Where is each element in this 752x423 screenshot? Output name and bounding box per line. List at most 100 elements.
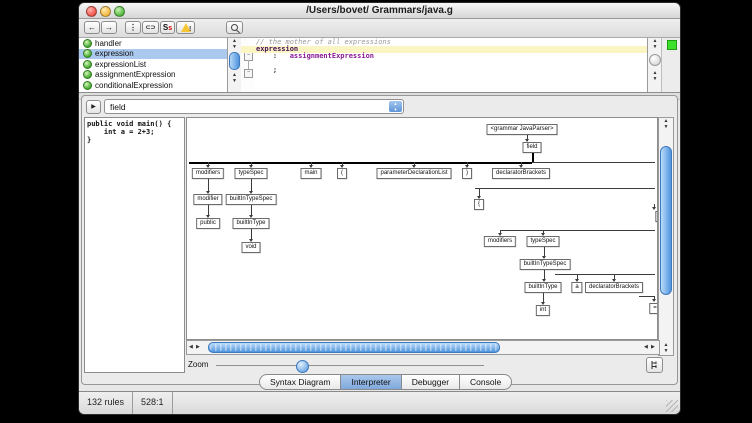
rule-item[interactable]: expressionList (79, 59, 227, 70)
scroll-down-icon[interactable]: ▼ (659, 124, 673, 130)
zoom-slider[interactable] (216, 365, 484, 366)
tree-vscroll-thumb[interactable] (660, 146, 672, 295)
rule-item[interactable]: assignmentExpression (79, 70, 227, 81)
tree-edge (475, 188, 655, 189)
view-tabs: Syntax DiagramInterpreterDebuggerConsole (259, 374, 512, 390)
tree-node[interactable]: main (300, 168, 321, 179)
tree-view-toggle-button[interactable] (646, 357, 663, 373)
tree-node[interactable]: = (649, 303, 658, 314)
tree-view-icon (650, 360, 660, 370)
status-bar: 132 rules 528:1 (79, 391, 680, 414)
rule-item-label: conditionalExpression (95, 81, 173, 90)
tree-node[interactable]: field (522, 142, 541, 153)
run-button[interactable]: ▶ (86, 100, 101, 114)
back-arrow-icon: ← (88, 23, 96, 32)
scroll-left-icon[interactable]: ◀ (644, 344, 648, 351)
window-title: /Users/bovet/ Grammars/java.g (306, 5, 453, 16)
stepper-down-icon: ▼ (389, 107, 402, 113)
resize-grip[interactable] (666, 400, 678, 412)
tree-node[interactable]: int (536, 305, 550, 316)
code-token: : (256, 52, 290, 60)
zoom-slider-thumb[interactable] (296, 360, 309, 373)
start-rule-combobox[interactable]: field ▲ ▼ (104, 99, 404, 114)
zoom-label: Zoom (188, 360, 208, 369)
tree-edge (251, 205, 252, 215)
tree-arrow-icon (652, 207, 656, 210)
tree-node[interactable]: builtInType (232, 218, 269, 229)
app-window: /Users/bovet/ Grammars/java.g ← → ⋮ ⊂⊃ S… (78, 2, 681, 415)
tree-node[interactable]: void (241, 242, 260, 253)
tree-node[interactable]: parameterDeclarationList (376, 168, 451, 179)
rules-scrollbar[interactable]: ▲ ▼ ▲ ▼ (227, 38, 242, 92)
grammar-editor[interactable]: − − // the mother of all expressionsexpr… (241, 38, 647, 92)
tree-node[interactable]: <grammar JavaParser> (486, 124, 557, 135)
no-errors-indicator (667, 40, 677, 50)
tree-node[interactable]: modifier (193, 194, 222, 205)
warnings-button[interactable]: ! (176, 21, 195, 34)
forward-button[interactable]: → (101, 21, 117, 34)
scroll-left-icon[interactable]: ◀ (189, 344, 193, 351)
tree-node[interactable]: builtInTypeSpec (520, 259, 571, 270)
rule-item-label: expressionList (95, 60, 146, 69)
tree-node[interactable]: declaratorBrackets (585, 282, 643, 293)
editor-scrollbar[interactable]: ▲ ▼ ▲ ▼ (647, 38, 662, 92)
tab-debugger[interactable]: Debugger (402, 374, 460, 390)
tab-console[interactable]: Console (460, 374, 512, 390)
rule-item[interactable]: conditionalExpression (79, 80, 227, 91)
rules-list[interactable]: handlerexpressionexpressionListassignmen… (79, 38, 227, 92)
tree-vertical-scrollbar[interactable]: ▲ ▼ ▲ ▼ (658, 117, 674, 356)
editor-line: ; (256, 67, 647, 74)
tree-edge (543, 293, 544, 302)
tree-node[interactable]: typeSpec (234, 168, 267, 179)
tree-node[interactable]: ( (337, 168, 347, 179)
scroll-down-icon[interactable]: ▼ (228, 78, 241, 84)
tree-edge (479, 188, 480, 196)
scroll-down-icon[interactable]: ▼ (648, 76, 662, 82)
rule-item-label: handler (95, 39, 122, 48)
scroll-right-icon[interactable]: ▶ (651, 344, 655, 351)
scroll-down-icon[interactable]: ▼ (228, 44, 241, 50)
title-bar[interactable]: /Users/bovet/ Grammars/java.g (79, 3, 680, 19)
tree-node[interactable]: declaratorBrackets (492, 168, 550, 179)
close-window-button[interactable] (86, 6, 97, 17)
rule-item[interactable]: handler (79, 38, 227, 49)
input-text-area[interactable]: public void main() { int a = 2+3; } (84, 117, 185, 373)
fold-end-marker[interactable]: − (244, 69, 253, 78)
tree-node[interactable]: { (474, 199, 484, 210)
tab-syntax-diagram[interactable]: Syntax Diagram (259, 374, 341, 390)
tree-hscroll-thumb[interactable] (208, 342, 500, 353)
zoom-window-button[interactable] (114, 6, 125, 17)
tree-node[interactable]: builtInTypeSpec (226, 194, 277, 205)
rule-status-icon (83, 49, 92, 58)
editor-line: // the mother of all expressions (256, 39, 647, 46)
rules-count: 132 rules (79, 392, 133, 414)
tree-node[interactable]: a (571, 282, 582, 293)
case-sensitivity-button[interactable]: Ss (160, 21, 175, 34)
back-button[interactable]: ← (84, 21, 100, 34)
tree-edge (544, 247, 545, 256)
rules-list-icon: ⋮ (129, 23, 137, 32)
tree-node[interactable]: modifiers (192, 168, 224, 179)
tree-node[interactable]: ) (462, 168, 472, 179)
rules-list-button[interactable]: ⋮ (125, 21, 141, 34)
find-button[interactable] (226, 21, 243, 34)
tree-node[interactable]: modifiers (484, 236, 516, 247)
scroll-right-icon[interactable]: ▶ (196, 344, 200, 351)
tree-node[interactable]: public (196, 218, 220, 229)
tree-edge (639, 296, 654, 297)
minimize-window-button[interactable] (100, 6, 111, 17)
tree-edge (251, 179, 252, 191)
tree-node[interactable]: typeSpec (526, 236, 559, 247)
scroll-down-icon[interactable]: ▼ (648, 44, 662, 50)
scroll-down-icon[interactable]: ▼ (659, 348, 673, 354)
rules-scrollbar-thumb[interactable] (229, 52, 240, 70)
tree-edge (251, 229, 252, 239)
syntax-diagram-button[interactable]: ⊂⊃ (142, 21, 159, 34)
editor-scrollbar-thumb[interactable] (649, 54, 661, 66)
tree-node[interactable]: builtInType (524, 282, 561, 293)
warning-bang: ! (189, 24, 191, 36)
tree-horizontal-scrollbar[interactable]: ◀ ▶ ◀ ▶ (186, 340, 660, 355)
tree-edge (500, 230, 655, 231)
tab-interpreter[interactable]: Interpreter (341, 374, 401, 390)
rule-item[interactable]: expression (79, 49, 227, 60)
